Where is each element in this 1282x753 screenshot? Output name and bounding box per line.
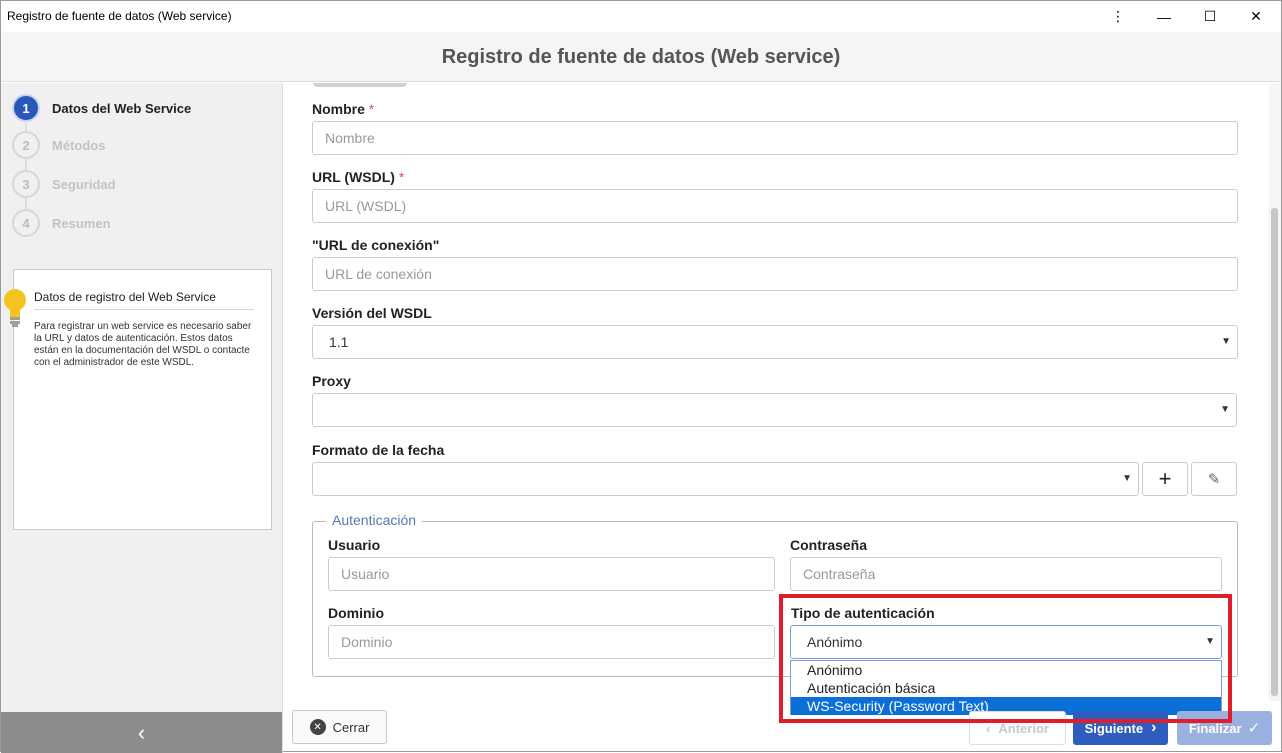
url-label: URL (WSDL) *: [312, 169, 404, 185]
wizard-sidebar: 1 Datos del Web Service 2 Métodos 3 Segu…: [1, 83, 283, 753]
step-number: 4: [12, 209, 40, 237]
url-conexion-label: "URL de conexión": [312, 237, 440, 253]
caret-down-icon: ▼: [1122, 473, 1132, 484]
step-label: Métodos: [52, 137, 106, 153]
lightbulb-icon: [4, 289, 26, 327]
chevron-left-icon: ‹: [137, 719, 146, 745]
url-conexion-input[interactable]: URL de conexión: [312, 257, 1238, 291]
close-circle-icon: ✕: [309, 719, 326, 735]
page-title: Registro de fuente de datos (Web service…: [441, 46, 841, 68]
nombre-input[interactable]: Nombre: [312, 121, 1238, 155]
close-button[interactable]: ✕ Cerrar: [292, 710, 387, 744]
add-date-format-button[interactable]: +: [1142, 462, 1188, 496]
more-icon[interactable]: ⋮: [1095, 1, 1141, 32]
step-number: 3: [12, 170, 40, 198]
dominio-label: Dominio: [328, 605, 384, 621]
required-mark: *: [368, 101, 375, 117]
auth-legend: Autenticación: [326, 512, 423, 528]
url-label-text: URL (WSDL): [312, 169, 395, 185]
close-icon[interactable]: ✕: [1233, 1, 1279, 32]
required-mark: *: [398, 169, 405, 185]
page-header: Registro de fuente de datos (Web service…: [1, 32, 1281, 82]
scrollbar-thumb[interactable]: [1271, 208, 1278, 696]
proxy-label: Proxy: [312, 373, 351, 389]
step-number: 1: [12, 94, 40, 122]
formato-fecha-select[interactable]: ▼: [312, 462, 1139, 496]
usuario-label: Usuario: [328, 537, 381, 553]
version-select[interactable]: 1.1 ▼: [312, 325, 1238, 359]
help-panel: Datos de registro del Web Service Para r…: [4, 269, 272, 530]
help-text: Para registrar un web service es necesar…: [34, 321, 252, 368]
collapse-sidebar-button[interactable]: ‹: [1, 712, 282, 753]
check-icon: ✓: [1247, 720, 1261, 737]
nombre-label: Nombre *: [312, 101, 374, 117]
usuario-input[interactable]: Usuario: [328, 557, 775, 591]
step-2[interactable]: 2 Métodos: [12, 131, 105, 159]
step-3[interactable]: 3 Seguridad: [12, 170, 116, 198]
step-1[interactable]: 1 Datos del Web Service: [12, 94, 191, 122]
maximize-icon[interactable]: ☐: [1187, 1, 1233, 32]
pencil-icon: ✎: [1207, 471, 1221, 488]
plus-icon: +: [1158, 466, 1172, 491]
close-button-label: Cerrar: [332, 719, 370, 735]
app-window: Registro de fuente de datos (Web service…: [0, 0, 1282, 753]
window-title: Registro de fuente de datos (Web service…: [7, 9, 232, 23]
caret-down-icon: ▼: [1220, 404, 1230, 415]
step-4[interactable]: 4 Resumen: [12, 209, 111, 237]
version-label: Versión del WSDL: [312, 305, 432, 321]
dominio-input[interactable]: Dominio: [328, 625, 775, 659]
step-label: Seguridad: [52, 176, 116, 192]
divider: [34, 309, 254, 310]
version-value: 1.1: [329, 334, 349, 350]
highlight-annotation: [779, 594, 1232, 723]
edit-date-format-button[interactable]: ✎: [1191, 462, 1237, 496]
url-input[interactable]: URL (WSDL): [312, 189, 1238, 223]
help-title: Datos de registro del Web Service: [34, 290, 216, 304]
title-bar: Registro de fuente de datos (Web service…: [1, 1, 1281, 32]
step-label: Datos del Web Service: [52, 100, 192, 116]
step-label: Resumen: [52, 215, 111, 231]
proxy-select[interactable]: ▼: [312, 393, 1237, 427]
formato-fecha-label: Formato de la fecha: [312, 442, 445, 458]
step-number: 2: [12, 131, 40, 159]
contrasena-input[interactable]: Contraseña: [790, 557, 1222, 591]
contrasena-label: Contraseña: [790, 537, 868, 553]
caret-down-icon: ▼: [1221, 336, 1231, 347]
nombre-label-text: Nombre: [312, 101, 365, 117]
minimize-icon[interactable]: —: [1141, 1, 1187, 32]
